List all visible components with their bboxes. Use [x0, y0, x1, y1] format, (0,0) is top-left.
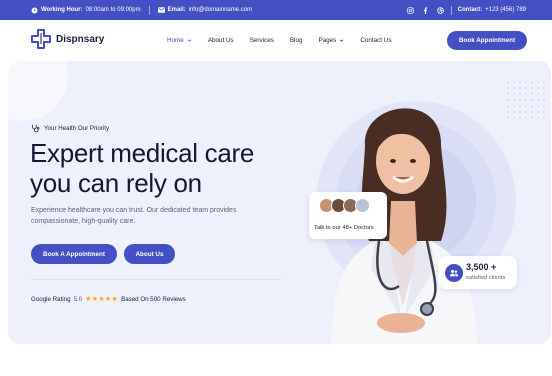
- users-icon: [445, 264, 463, 282]
- nav-item-pages[interactable]: Pages: [318, 37, 344, 44]
- hero-tagline: Your Health Our Priority: [31, 124, 109, 133]
- decorative-blob: [8, 61, 68, 121]
- clock-icon: [31, 7, 38, 13]
- book-appointment-button[interactable]: Book Appointment: [447, 31, 527, 50]
- main-nav: Home About Us Services Blog Pages Contac…: [167, 37, 391, 44]
- nav-item-home[interactable]: Home: [167, 37, 192, 44]
- rating-score: 5.0: [73, 295, 83, 303]
- satisfied-clients-card: 3,500 + satisfied clients: [438, 256, 517, 289]
- email-value[interactable]: info@domainname.com: [189, 7, 252, 13]
- about-us-button[interactable]: About Us: [124, 244, 175, 264]
- rating-label: Google Rating: [31, 295, 71, 303]
- medical-cross-logo-icon: [31, 29, 51, 49]
- facebook-icon[interactable]: [421, 6, 430, 15]
- decorative-dot-grid: [505, 79, 545, 119]
- nav-item-blog[interactable]: Blog: [290, 37, 303, 44]
- rating-reviews: Based On 500 Reviews: [121, 295, 186, 303]
- topbar-divider: [450, 5, 452, 15]
- nav-item-about-us[interactable]: About Us: [208, 37, 234, 44]
- nav-item-label: About Us: [207, 37, 234, 44]
- tagline-text: Your Health Our Priority: [44, 125, 110, 132]
- nav-item-label: Pages: [318, 37, 337, 44]
- hero-divider: [31, 279, 281, 280]
- topbar-divider: [148, 5, 150, 15]
- doctors-card[interactable]: Talk to our 48+ Doctors: [309, 192, 387, 239]
- clients-count: 3,500 +: [466, 262, 497, 272]
- hero-subtext: Experience healthcare you can trust. Our…: [31, 205, 291, 227]
- doctor-avatars: [319, 198, 370, 213]
- top-info-bar: Working Hour: 08:00am to 09:00pm Email: …: [0, 0, 552, 20]
- logo-text: Dispnsary: [56, 33, 105, 45]
- instagram-icon[interactable]: [406, 6, 415, 15]
- email-label: Email:: [167, 7, 186, 13]
- subtext-line-1: Experience healthcare you can trust. Our…: [31, 207, 237, 214]
- working-hours: Working Hour: 08:00am to 09:00pm: [31, 7, 141, 14]
- contact-value[interactable]: +123 (456) 789: [485, 7, 526, 13]
- clients-label: satisfied clients: [466, 275, 506, 281]
- main-header: Dispnsary Home About Us Services Blog Pa…: [0, 20, 552, 62]
- nav-item-label: Blog: [289, 37, 303, 44]
- star-rating-icon: ★★★★★: [85, 296, 119, 303]
- nav-item-contact-us[interactable]: Contact Us: [360, 37, 391, 44]
- chevron-down-icon: [187, 39, 192, 42]
- hero-section: Your Health Our Priority Expert medical …: [8, 61, 551, 344]
- hours-value: 08:00am to 09:00pm: [85, 7, 141, 13]
- doctors-card-label: Talk to our 48+ Doctors: [314, 225, 374, 231]
- nav-item-label: Contact Us: [360, 37, 392, 44]
- hours-label: Working Hour:: [41, 7, 83, 13]
- subtext-line-2: compassionate, high-quality care.: [31, 218, 136, 225]
- book-a-appointment-button[interactable]: Book A Appointment: [31, 244, 117, 264]
- site-logo[interactable]: Dispnsary: [31, 29, 104, 49]
- envelope-icon: [157, 7, 165, 13]
- headline-line-1: Expert medical care: [30, 138, 255, 168]
- hero-headline: Expert medical care you can rely on: [30, 138, 254, 198]
- chevron-down-icon: [340, 39, 344, 42]
- contact-label: Contact:: [457, 7, 483, 13]
- google-rating: Google Rating 5.0 ★★★★★ Based On 500 Rev…: [31, 295, 186, 304]
- email-info[interactable]: Email: info@domainname.com: [157, 7, 252, 13]
- headline-line-2: you can rely on: [30, 168, 202, 198]
- nav-item-services[interactable]: Services: [250, 37, 274, 44]
- avatar: [355, 198, 370, 213]
- contact-info[interactable]: Contact: +123 (456) 789: [458, 7, 526, 13]
- stethoscope-icon: [32, 124, 40, 133]
- nav-item-label: Home: [167, 37, 184, 44]
- nav-item-label: Services: [249, 37, 274, 44]
- dribbble-icon[interactable]: [436, 6, 445, 15]
